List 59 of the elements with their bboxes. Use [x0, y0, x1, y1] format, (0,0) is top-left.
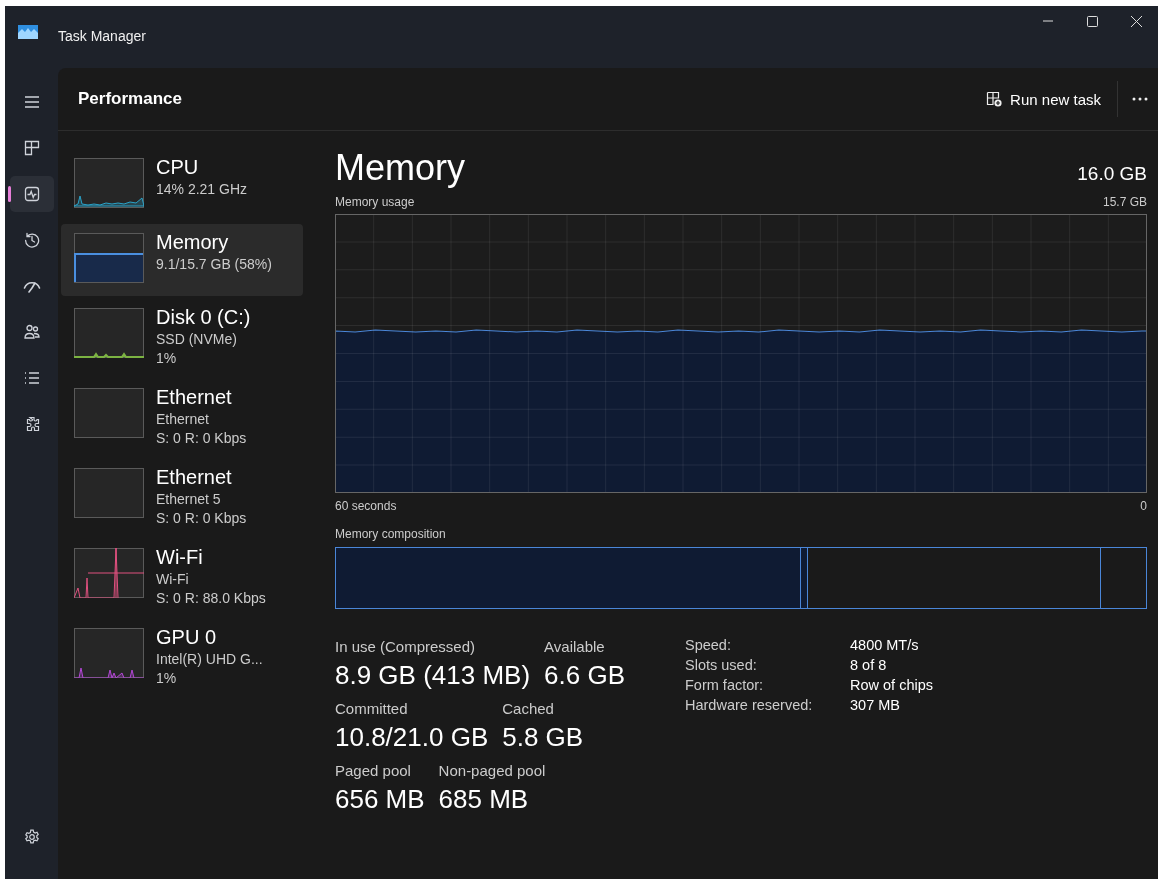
pulse-icon — [23, 186, 40, 202]
run-new-task-button[interactable]: Run new task — [970, 84, 1117, 114]
usage-thumbnail — [74, 388, 144, 438]
device-item[interactable]: GPU 0 Intel(R) UHD G... 1% — [61, 619, 303, 696]
device-item[interactable]: Wi-Fi Wi-Fi S: 0 R: 88.0 Kbps — [61, 539, 303, 616]
spec-value: 307 MB — [850, 697, 901, 713]
users-icon — [23, 324, 40, 340]
device-item[interactable]: CPU 14% 2.21 GHz — [61, 149, 303, 221]
usage-thumbnail — [74, 308, 144, 358]
stat-value: 5.8 GB — [502, 721, 584, 754]
app-icon — [18, 25, 38, 39]
device-item[interactable]: Disk 0 (C:) SSD (NVMe) 1% — [61, 299, 303, 376]
resource-title: Memory — [335, 147, 465, 189]
history-icon — [23, 232, 40, 248]
spec-value: Row of chips — [850, 677, 933, 693]
more-icon — [1132, 97, 1148, 101]
stat-value: 6.6 GB — [544, 659, 625, 692]
spec-label: Slots used: — [685, 657, 758, 673]
device-item[interactable]: Ethernet Ethernet 5 S: 0 R: 0 Kbps — [61, 459, 303, 536]
stat-label: Paged pool — [335, 761, 412, 781]
usage-thumbnail — [74, 158, 144, 208]
stat-label: Available — [544, 637, 606, 657]
spec-value: 4800 MT/s — [850, 637, 920, 653]
page-title: Performance — [78, 89, 182, 109]
axis-label: 60 seconds — [335, 499, 397, 513]
graph-max-label: 15.7 GB — [1102, 195, 1147, 209]
minimize-icon — [1043, 20, 1053, 22]
gauge-icon — [22, 279, 41, 293]
settings-icon — [23, 829, 40, 845]
usage-thumbnail — [74, 233, 144, 283]
nav-button[interactable] — [9, 176, 54, 212]
new-task-icon — [986, 91, 1003, 107]
spec-label: Form factor: — [685, 677, 765, 693]
device-item[interactable]: Ethernet Ethernet S: 0 R: 0 Kbps — [61, 379, 303, 456]
spec-label: Hardware reserved: — [685, 697, 814, 713]
stat-value: 8.9 GB (413 MB) — [335, 659, 531, 692]
total-memory: 16.0 GB — [1077, 163, 1147, 185]
spec-label: Speed: — [685, 637, 732, 653]
device-item[interactable]: Memory 9.1/15.7 GB (58%) — [61, 224, 303, 296]
spec-value: 8 of 8 — [850, 657, 888, 673]
usage-thumbnail — [74, 468, 144, 518]
menu-icon — [23, 95, 40, 109]
usage-thumbnail — [74, 628, 144, 678]
usage-thumbnail — [74, 548, 144, 598]
grid-icon — [23, 140, 40, 156]
stat-value: 685 MB — [438, 783, 530, 816]
close-icon — [1130, 15, 1142, 27]
stat-label: Committed — [335, 699, 409, 719]
window-title: Task Manager — [58, 28, 146, 44]
stat-value: 656 MB — [335, 783, 425, 816]
maximize-icon — [1086, 15, 1098, 27]
list-icon — [23, 371, 40, 385]
stat-value: 10.8/21.0 GB — [335, 721, 489, 754]
axis-label: 0 — [1140, 499, 1147, 513]
stat-label: Non-paged pool — [438, 761, 546, 781]
stat-label: Cached — [502, 699, 555, 719]
composition-label: Memory composition — [335, 527, 447, 541]
graph-label: Memory usage — [335, 195, 415, 209]
stat-label: In use (Compressed) — [335, 637, 477, 657]
